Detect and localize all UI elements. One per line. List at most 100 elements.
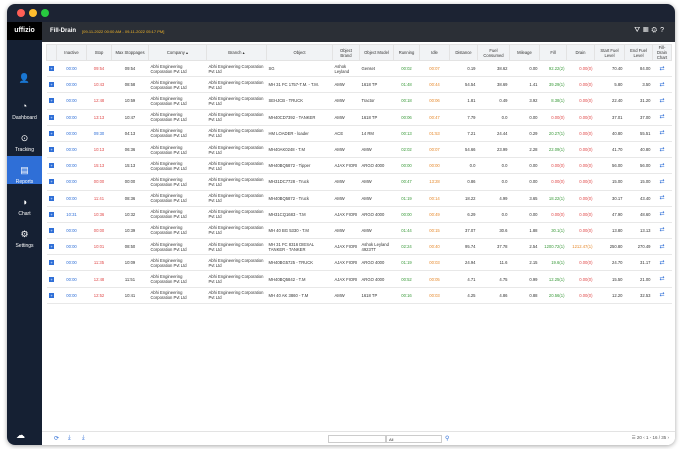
sidebar-item-user[interactable]: 👤 bbox=[7, 64, 42, 83]
expand-row-button[interactable]: + bbox=[46, 92, 57, 110]
cell-inactive: 00:00 bbox=[56, 190, 87, 207]
fill-drain-chart-link[interactable]: ⇄ bbox=[652, 109, 672, 126]
table-row[interactable]: +00:00 12:48 11:51 Abhi Engineering Corpora… bbox=[46, 270, 672, 288]
column-header[interactable]: Object Brand bbox=[332, 44, 360, 61]
column-header[interactable]: Idle bbox=[419, 44, 450, 61]
cell-company: Abhi Engineering Corporation Pvt Ltd bbox=[148, 222, 207, 240]
export-excel-icon[interactable]: ⤓ bbox=[68, 435, 71, 442]
cell-fuel: 38.62 bbox=[477, 60, 510, 78]
cell-distance: 7.79 bbox=[449, 109, 478, 126]
expand-row-button[interactable]: + bbox=[46, 76, 57, 94]
table-row[interactable]: +00:00 12:52 10:41 Abhi Engineering Corpora… bbox=[46, 287, 672, 304]
fill-drain-chart-link[interactable]: ⇄ bbox=[652, 92, 672, 110]
table-row[interactable]: +00:00 09:30 04:13 Abhi Engineering Corpora… bbox=[46, 125, 672, 142]
column-header[interactable]: Start Fuel Level bbox=[594, 44, 625, 61]
column-header[interactable]: Max Stoppages bbox=[111, 44, 149, 61]
fill-drain-chart-link[interactable]: ⇄ bbox=[652, 222, 672, 240]
cell-company: Abhi Engineering Corporation Pvt Ltd bbox=[148, 141, 207, 159]
sidebar-item-settings[interactable]: ⚙ Settings bbox=[7, 220, 42, 249]
column-header[interactable]: Mileage bbox=[509, 44, 540, 61]
column-header[interactable]: Running bbox=[393, 44, 420, 61]
column-header[interactable]: Distance bbox=[449, 44, 478, 61]
column-header[interactable]: End Fuel Level bbox=[624, 44, 653, 61]
settings-icon[interactable]: ⚙ bbox=[651, 27, 660, 34]
table-row[interactable]: +00:00 00:00 00:00 Abhi Engineering Corpora… bbox=[46, 173, 672, 191]
cell-inactive: 00:00 bbox=[56, 287, 87, 304]
refresh-icon[interactable]: ⟳ bbox=[54, 435, 59, 442]
first-page-button[interactable]: ‹ bbox=[643, 435, 645, 440]
table-row[interactable]: +00:00 10:01 08:50 Abhi Engineering Corpora… bbox=[46, 238, 672, 256]
expand-row-button[interactable]: + bbox=[46, 254, 57, 272]
expand-row-button[interactable]: + bbox=[46, 238, 57, 256]
fill-drain-chart-link[interactable]: ⇄ bbox=[652, 254, 672, 272]
table-row[interactable]: +00:00 15:13 15:13 Abhi Engineering Corpora… bbox=[46, 157, 672, 175]
page-size-icon[interactable]: ☰ bbox=[632, 435, 636, 440]
chart-link-icon: ⇄ bbox=[659, 130, 665, 137]
expand-row-button[interactable]: + bbox=[46, 270, 57, 288]
sidebar-item-reports[interactable]: ▤ Reports bbox=[7, 156, 42, 185]
table-row[interactable]: +00:00 13:13 10:47 Abhi Engineering Corpora… bbox=[46, 109, 672, 126]
expand-row-button[interactable]: + bbox=[46, 190, 57, 207]
plus-icon: + bbox=[49, 114, 54, 120]
column-header[interactable]: Fill-Drain Chart bbox=[652, 44, 672, 61]
fill-drain-chart-link[interactable]: ⇄ bbox=[652, 125, 672, 142]
table-row[interactable]: +00:00 11:35 10:09 Abhi Engineering Corpora… bbox=[46, 254, 672, 272]
fill-drain-chart-link[interactable]: ⇄ bbox=[652, 190, 672, 207]
table-row[interactable]: +00:00 10:43 08:58 Abhi Engineering Corpora… bbox=[46, 76, 672, 94]
expand-row-button[interactable]: + bbox=[46, 222, 57, 240]
search-input[interactable] bbox=[328, 435, 386, 443]
expand-row-button[interactable]: + bbox=[46, 206, 57, 223]
table-row[interactable]: +00:00 09:54 09:54 Abhi Engineering Corpora… bbox=[46, 60, 672, 78]
expand-row-button[interactable]: + bbox=[46, 141, 57, 159]
sidebar-item-chart[interactable]: ◑ Chart bbox=[7, 188, 42, 217]
fill-drain-chart-link[interactable]: ⇄ bbox=[652, 60, 672, 78]
fill-drain-chart-link[interactable]: ⇄ bbox=[652, 206, 672, 223]
chart-link-icon: ⇄ bbox=[659, 227, 665, 234]
close-window-dot[interactable] bbox=[17, 9, 25, 17]
cell-drain: 0.00(0) bbox=[566, 287, 595, 304]
cell-drain: 0.00(0) bbox=[566, 254, 595, 272]
fill-drain-chart-link[interactable]: ⇄ bbox=[652, 157, 672, 175]
filter-icon[interactable]: ⛛ bbox=[634, 27, 643, 34]
column-header[interactable]: Fill bbox=[539, 44, 567, 61]
cell-running: 00:13 bbox=[393, 125, 420, 142]
expand-row-button[interactable]: + bbox=[46, 109, 57, 126]
search-icon[interactable]: ⚲ bbox=[445, 435, 449, 442]
expand-row-button[interactable]: + bbox=[46, 173, 57, 191]
export-pdf-icon[interactable]: ⤓ bbox=[82, 435, 85, 442]
column-header[interactable]: Fuel Consumed bbox=[477, 44, 510, 61]
fill-drain-chart-link[interactable]: ⇄ bbox=[652, 141, 672, 159]
fill-drain-chart-link[interactable]: ⇄ bbox=[652, 238, 672, 256]
column-header[interactable]: Object Model bbox=[359, 44, 394, 61]
page-size[interactable]: 20 bbox=[637, 435, 642, 440]
expand-row-button[interactable]: + bbox=[46, 125, 57, 142]
table-row[interactable]: +00:00 10:13 06:36 Abhi Engineering Corpora… bbox=[46, 141, 672, 159]
column-header[interactable]: Inactive bbox=[56, 44, 87, 61]
column-header[interactable]: Drain bbox=[566, 44, 595, 61]
column-header[interactable]: Branch ▴ bbox=[206, 44, 267, 61]
column-header[interactable]: Object bbox=[266, 44, 333, 61]
fill-drain-chart-link[interactable]: ⇄ bbox=[652, 76, 672, 94]
cell-running: 00:06 bbox=[393, 109, 420, 126]
fill-drain-chart-link[interactable]: ⇄ bbox=[652, 287, 672, 304]
table-row[interactable]: +00:00 11:41 08:36 Abhi Engineering Corpora… bbox=[46, 190, 672, 207]
expand-row-button[interactable]: + bbox=[46, 60, 57, 78]
sidebar-item-tracking[interactable]: ⊙ Tracking bbox=[7, 124, 42, 153]
cell-branch: Abhi Engineering Corporation Pvt Ltd bbox=[206, 287, 267, 304]
next-page-button[interactable]: › bbox=[668, 435, 670, 440]
maximize-window-dot[interactable] bbox=[41, 9, 49, 17]
table-row[interactable]: +10:31 10:36 10:32 Abhi Engineering Corpora… bbox=[46, 206, 672, 223]
filter-select[interactable]: All bbox=[386, 435, 442, 443]
fill-drain-chart-link[interactable]: ⇄ bbox=[652, 173, 672, 191]
column-header[interactable]: Stop bbox=[86, 44, 112, 61]
cell-branch: Abhi Engineering Corporation Pvt Ltd bbox=[206, 125, 267, 142]
table-row[interactable]: +00:00 12:48 10:59 Abhi Engineering Corpora… bbox=[46, 92, 672, 110]
help-icon[interactable]: ? bbox=[660, 27, 667, 34]
fill-drain-chart-link[interactable]: ⇄ bbox=[652, 270, 672, 288]
sidebar-item-dashboard[interactable]: ◔ Dashboard bbox=[7, 92, 42, 121]
column-header[interactable]: Company ▴ bbox=[148, 44, 207, 61]
table-row[interactable]: +00:00 00:00 10:39 Abhi Engineering Corpora… bbox=[46, 222, 672, 240]
expand-row-button[interactable]: + bbox=[46, 157, 57, 175]
expand-row-button[interactable]: + bbox=[46, 287, 57, 304]
minimize-window-dot[interactable] bbox=[29, 9, 37, 17]
